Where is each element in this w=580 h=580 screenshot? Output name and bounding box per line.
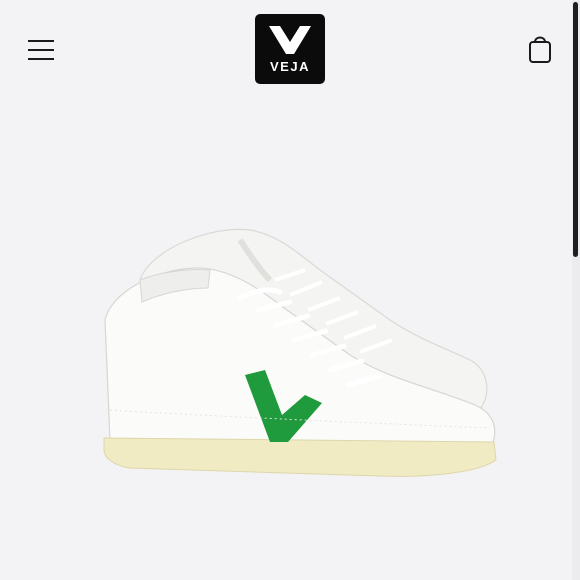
cart-button[interactable] bbox=[524, 32, 556, 66]
site-header: VEJA bbox=[0, 0, 580, 100]
menu-line-icon bbox=[28, 49, 54, 51]
scrollbar-thumb[interactable] bbox=[573, 2, 578, 257]
high-top-sneaker-image bbox=[103, 228, 497, 477]
menu-line-icon bbox=[28, 58, 54, 60]
product-image[interactable] bbox=[90, 210, 510, 500]
menu-button[interactable] bbox=[26, 34, 58, 64]
veja-v-logo-icon bbox=[269, 26, 311, 54]
menu-line-icon bbox=[28, 40, 54, 42]
product-page: VEJA bbox=[0, 0, 580, 580]
shopping-bag-icon bbox=[529, 36, 551, 63]
logo-text: VEJA bbox=[270, 59, 310, 74]
scrollbar[interactable] bbox=[572, 0, 580, 580]
veja-logo[interactable]: VEJA bbox=[255, 14, 325, 84]
